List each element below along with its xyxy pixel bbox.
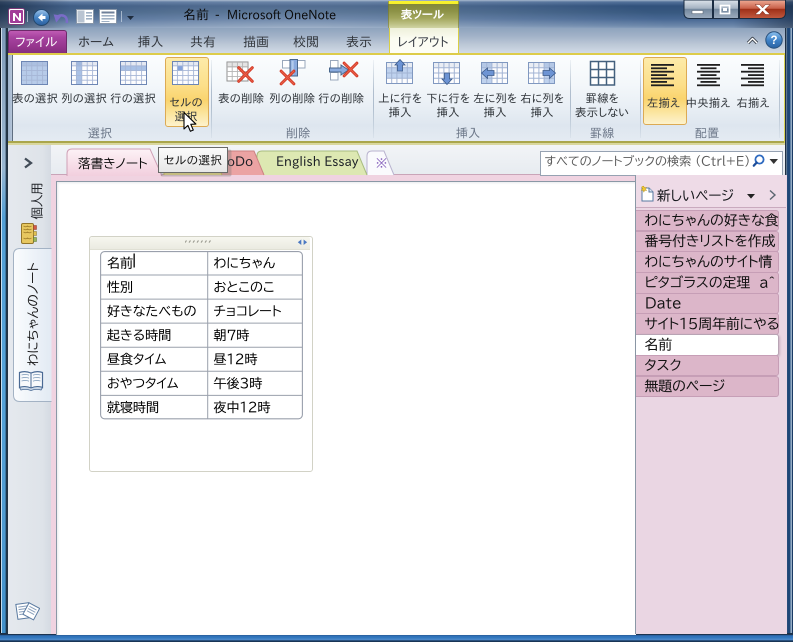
svg-text:?: ?: [770, 35, 777, 47]
